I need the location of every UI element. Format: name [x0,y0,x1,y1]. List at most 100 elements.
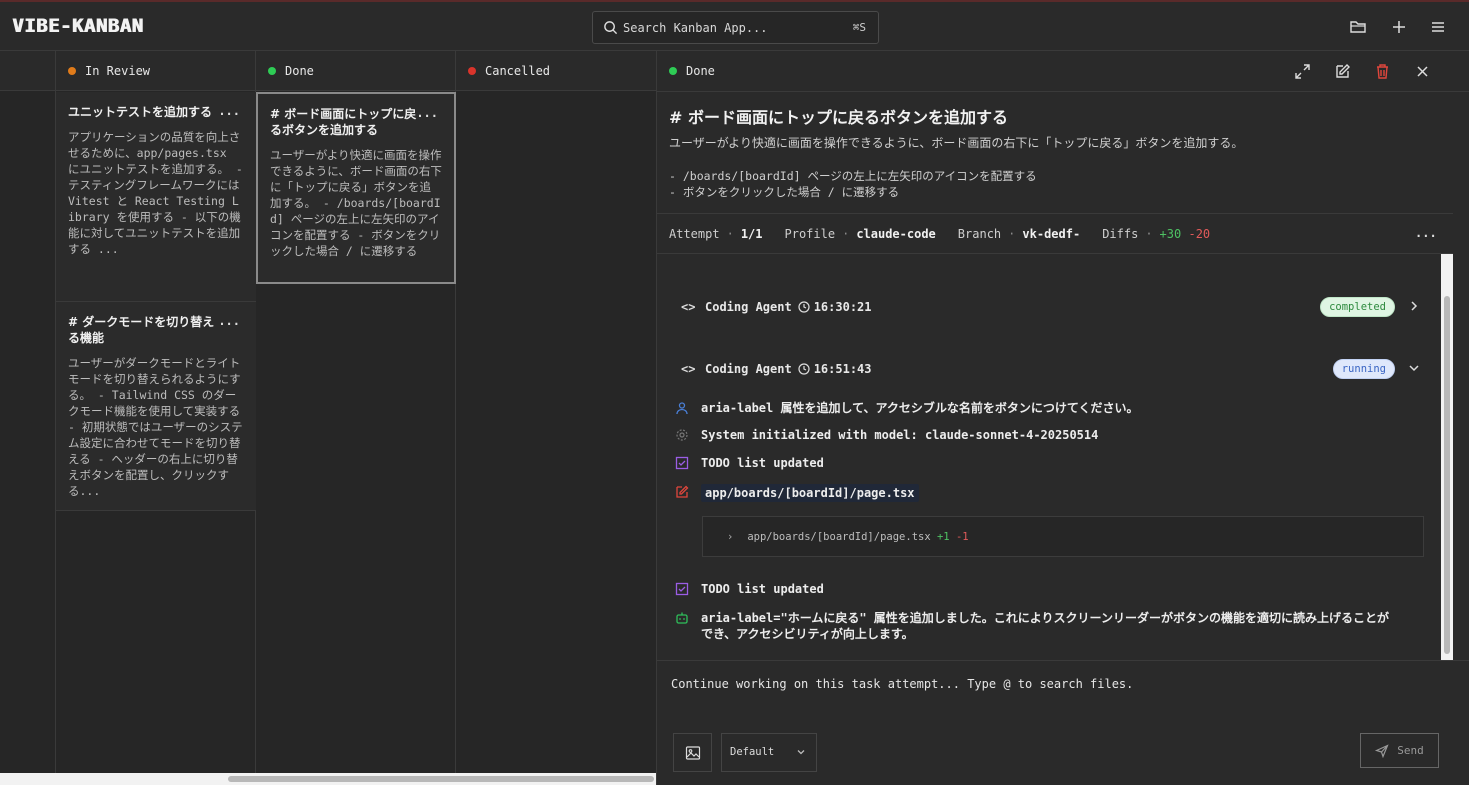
log-text: System initialized with model: claude-so… [701,428,1099,442]
card-more-button[interactable]: ... [218,104,240,118]
bullet-item: - /boards/[boardId] ページの左上に左矢印のアイコンを配置する [669,169,1037,183]
column-header-empty [0,51,55,91]
clock-icon [798,301,810,313]
card-more-button[interactable]: ... [416,106,438,120]
profile-value: Default [730,746,775,758]
log-entry-todo: TODO list updated [675,455,1425,471]
follow-up-input[interactable] [671,677,1451,717]
column-cancelled: Cancelled [456,51,656,773]
send-label: Send [1397,744,1424,757]
process-row-running[interactable]: <> Coding Agent 16:51:43 running [681,359,1421,379]
task-description: ユーザーがより快適に画面を操作できるように、ボード画面の右下に「トップに戻る」ボ… [669,136,1244,150]
expand-icon[interactable] [1294,63,1311,80]
column-partial [0,51,56,773]
clock-icon [798,363,810,375]
column-title: Cancelled [485,63,551,78]
folder-icon[interactable] [1349,18,1367,36]
code-icon: <> [681,300,696,314]
card-title: # ダークモードを切り替える機能 [68,315,215,345]
log-entry-assistant: aria-label="ホームに戻る" 属性を追加しました。これによりスクリーン… [675,610,1399,642]
app-logo[interactable]: VIBE-KANBAN [12,15,143,37]
card-title: ユニットテストを追加する [68,105,213,119]
task-card[interactable]: ユニットテストを追加する ... アプリケーションの品質を向上させるために、ap… [56,92,256,302]
log-text: aria-label 属性を追加して、アクセシブルな名前をボタンにつけてください… [701,401,1139,415]
status-dot-green [268,66,276,75]
log-entry-edit[interactable]: app/boards/[boardId]/page.tsx [675,484,1425,502]
process-label: Coding Agent [705,362,792,376]
diff-added: +1 [936,530,950,543]
status-dot-green [669,67,677,75]
diff-file: app/boards/[boardId]/page.tsx [747,530,931,543]
menu-icon[interactable] [1429,18,1447,36]
status-badge: completed [1320,297,1395,317]
kanban-board: In Review ユニットテストを追加する ... アプリケーションの品質を向… [0,51,656,785]
search-shortcut: ⌘S [852,21,866,34]
edit-file-icon [676,485,689,498]
attempt-meta-bar: Attempt · 1/1 Profile · claude-code Branch · v… [657,213,1453,254]
log-text: TODO list updated [701,456,824,470]
scrollbar-thumb[interactable] [228,776,654,782]
card-more-button[interactable]: ... [218,314,240,328]
search-input[interactable] [623,12,833,43]
process-row-completed[interactable]: <> Coding Agent 16:30:21 completed [681,297,1421,317]
card-description: ユーザーがダークモードとライトモードを切り替えられるようにする。 - Tailw… [68,356,243,498]
send-button[interactable]: Send [1360,733,1439,768]
attempt-info[interactable]: Attempt · 1/1 [669,227,763,241]
top-bar: VIBE-KANBAN ⌘S [0,0,1469,51]
chevron-right-icon[interactable]: › [727,531,733,543]
checkbox-icon [675,456,689,470]
bot-icon [676,612,688,624]
gear-icon [676,429,688,441]
column-header-done[interactable]: Done [256,51,455,91]
chevron-down-icon [797,750,805,755]
chevron-down-icon[interactable] [1407,361,1421,375]
profile-select[interactable]: Default [721,733,817,772]
follow-up-composer: Default Send [657,660,1469,785]
task-title: # ボード画面にトップに戻るボタンを追加する [669,108,1008,127]
meta-more-button[interactable]: ... [1415,226,1437,240]
search-box[interactable]: ⌘S [592,11,879,44]
status-dot-orange [68,66,76,75]
checkbox-icon [675,582,689,596]
branch-info[interactable]: Branch · vk-dedf- [958,227,1080,241]
task-detail-panel: Done # ボード画面にトップに戻るボタンを追加する ユーザーがより快適に画面… [656,51,1469,785]
column-title: In Review [85,63,151,78]
panel-status: Done [686,64,715,78]
card-title: # ボード画面にトップに戻るボタンを追加する [270,107,417,137]
column-done: Done # ボード画面にトップに戻るボタンを追加する ... ユーザーがより快… [256,51,456,773]
log-entry-system: System initialized with model: claude-so… [675,427,1425,443]
profile-info: Profile · claude-code [784,226,936,241]
task-card[interactable]: # ダークモードを切り替える機能 ... ユーザーがダークモードとライトモードを… [56,302,256,511]
diffs-info[interactable]: Diffs · +30 -20 [1102,227,1210,241]
diff-summary[interactable]: › app/boards/[boardId]/page.tsx +1 -1 [702,516,1424,557]
send-icon [1375,743,1389,758]
attach-image-button[interactable] [673,733,712,772]
close-icon[interactable] [1414,63,1431,80]
trash-icon[interactable] [1374,63,1391,80]
chevron-right-icon[interactable] [1407,299,1421,313]
column-in-review: In Review ユニットテストを追加する ... アプリケーションの品質を向… [56,51,256,773]
process-time: 16:51:43 [813,362,872,376]
column-header-cancelled[interactable]: Cancelled [456,51,656,91]
bullet-item: - ボタンをクリックした場合 / に遷移する [669,185,900,199]
task-card-selected[interactable]: # ボード画面にトップに戻るボタンを追加する ... ユーザーがより快適に画面を… [256,92,456,284]
status-badge: running [1332,359,1395,379]
horizontal-scrollbar[interactable] [0,773,656,785]
card-description: ユーザーがより快適に画面を操作できるように、ボード画面の右下に「トップに戻る」ボ… [270,148,442,258]
column-header-in-review[interactable]: In Review [56,51,255,91]
vertical-scrollbar[interactable] [1441,254,1453,660]
user-icon [676,402,688,415]
execution-log: <> Coding Agent 16:30:21 completed <> Co… [657,254,1453,660]
card-description: アプリケーションの品質を向上させるために、app/pages.tsx にユニット… [68,130,243,256]
process-time: 16:30:21 [813,300,872,314]
log-entry-user: aria-label 属性を追加して、アクセシブルな名前をボタンにつけてください… [675,400,1425,416]
column-title: Done [285,63,314,78]
log-entry-todo: TODO list updated [675,581,1425,597]
image-icon [685,746,701,760]
process-label: Coding Agent [705,300,792,314]
search-icon [604,21,618,35]
plus-icon[interactable] [1390,18,1408,36]
scrollbar-thumb[interactable] [1444,296,1450,654]
log-text: TODO list updated [701,582,824,596]
edit-icon[interactable] [1334,63,1351,80]
